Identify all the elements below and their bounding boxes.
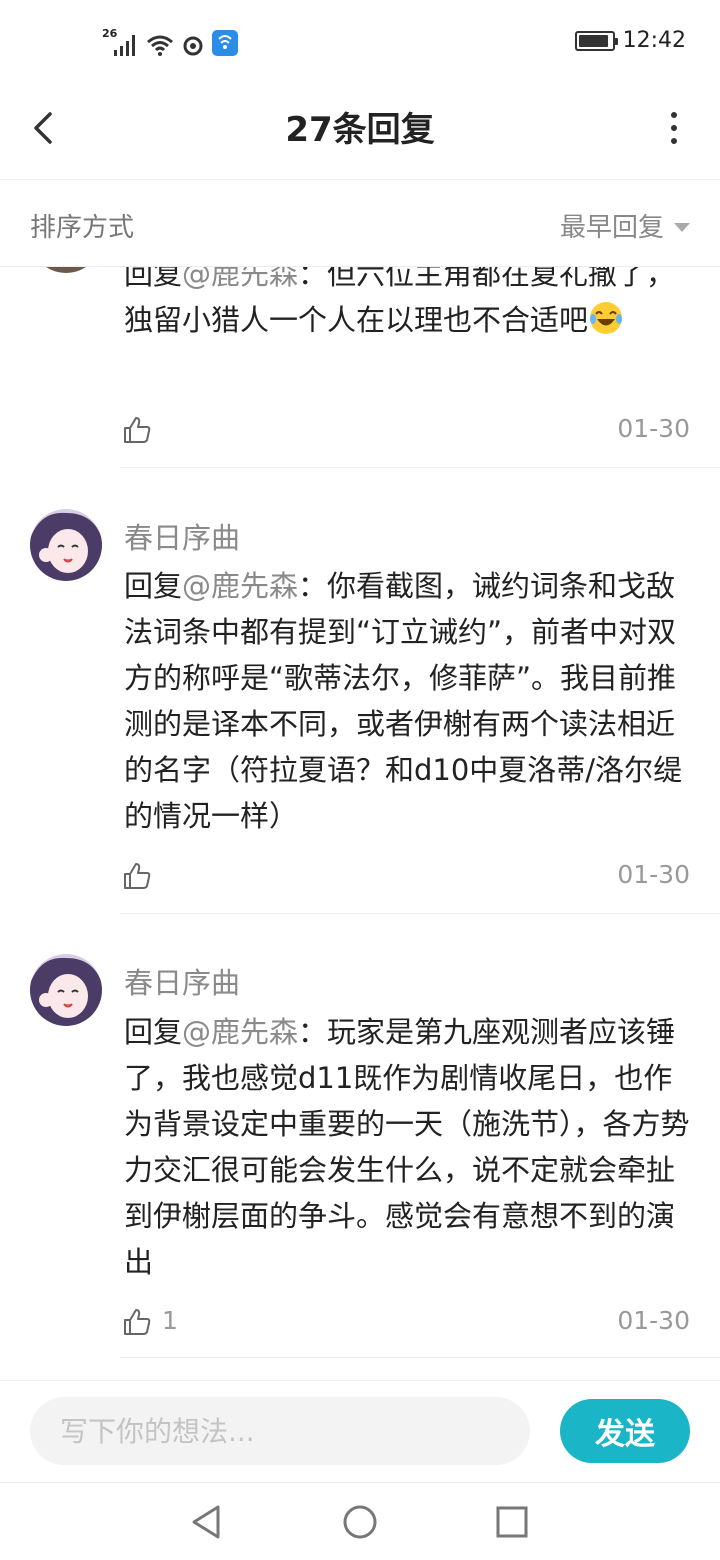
- reply-text: ：你看截图，诫约词条和戈敌法词条中都有提到“订立诫约”，前者中对双方的称呼是“歌…: [124, 569, 683, 833]
- recents-nav-icon[interactable]: [494, 1503, 530, 1541]
- sort-dropdown[interactable]: 最早回复: [560, 207, 690, 244]
- avatar[interactable]: [30, 509, 102, 581]
- more-button[interactable]: [664, 108, 684, 148]
- send-button[interactable]: 发送: [560, 1399, 690, 1463]
- reply-content: 回复@鹿先森：玩家是第九座观测者应该锤了，我也感觉d11既作为剧情收尾日，也作为…: [124, 1009, 696, 1285]
- battery-level: [578, 34, 609, 47]
- sort-value: 最早回复: [559, 213, 664, 243]
- more-dot: [671, 138, 677, 144]
- avatar-image: [30, 954, 102, 1026]
- reply-item: 回复@鹿先森：但六位主角都在夏礼撒了，独留小猎人一个人在以理也不合适吧 01-3…: [0, 267, 720, 471]
- avatar[interactable]: [30, 954, 102, 1026]
- more-vertical-icon: [671, 112, 677, 118]
- reply-date: 01-30: [617, 414, 690, 443]
- home-nav-icon[interactable]: [342, 1503, 378, 1541]
- app-notification-icon: [212, 30, 238, 56]
- mention-link[interactable]: @鹿先森: [182, 1015, 298, 1049]
- more-dot: [671, 125, 677, 131]
- hotspot-icon: [183, 36, 203, 56]
- sort-bar: 排序方式 最早回复: [0, 181, 720, 267]
- sort-label: 排序方式: [30, 213, 135, 243]
- battery-icon: [574, 30, 618, 51]
- clock: 12:42: [622, 28, 686, 53]
- reply-item: 春日序曲 回复@鹿先森：你看截图，诫约词条和戈敌法词条中都有提到“订立诫约”，前…: [0, 467, 720, 914]
- comment-input-bar: 发送: [0, 1380, 720, 1482]
- status-bar: 26 12:42: [0, 0, 720, 84]
- author-name[interactable]: 春日序曲: [124, 515, 240, 557]
- comment-input[interactable]: [30, 1397, 530, 1465]
- back-nav-icon[interactable]: [188, 1503, 224, 1541]
- reply-date: 01-30: [617, 1306, 690, 1335]
- mention-link[interactable]: @鹿先森: [182, 569, 298, 603]
- avatar-image: [30, 267, 102, 273]
- reply-content: 回复@鹿先森：你看截图，诫约词条和戈敌法词条中都有提到“订立诫约”，前者中对双方…: [124, 563, 696, 839]
- reply-list[interactable]: 回复@鹿先森：但六位主角都在夏礼撒了，独留小猎人一个人在以理也不合适吧 01-3…: [0, 267, 720, 1380]
- avatar[interactable]: [30, 267, 102, 273]
- reply-text: ：玩家是第九座观测者应该锤了，我也感觉d11既作为剧情收尾日，也作为背景设定中重…: [124, 1015, 690, 1279]
- status-icons: [114, 28, 238, 56]
- author-name[interactable]: 春日序曲: [124, 960, 240, 1002]
- signal-icon: [114, 35, 135, 56]
- mention-link[interactable]: @鹿先森: [182, 267, 298, 291]
- caret-down-icon: [674, 223, 690, 232]
- reply-prefix: 回复: [124, 1015, 183, 1049]
- top-nav: 27条回复: [0, 84, 720, 180]
- page-title: 27条回复: [285, 110, 435, 150]
- laughing-tears-emoji: [590, 302, 623, 334]
- system-nav-bar: [0, 1482, 720, 1560]
- reply-prefix: 回复: [124, 267, 183, 291]
- avatar-image: [30, 509, 102, 581]
- like-icon[interactable]: [122, 861, 152, 891]
- reply-content: 回复@鹿先森：但六位主角都在夏礼撒了，独留小猎人一个人在以理也不合适吧: [124, 267, 696, 343]
- reply-item: 春日序曲 回复@鹿先森：玩家是第九座观测者应该锤了，我也感觉d11既作为剧情收尾…: [0, 913, 720, 1359]
- wifi-icon: [147, 35, 173, 56]
- like-icon[interactable]: [122, 415, 152, 445]
- status-right: 12:42: [574, 28, 686, 53]
- divider: [120, 1357, 720, 1358]
- reply-date: 01-30: [617, 860, 690, 889]
- like-icon[interactable]: [122, 1307, 152, 1337]
- like-count: 1: [162, 1306, 178, 1335]
- reply-prefix: 回复: [124, 569, 183, 603]
